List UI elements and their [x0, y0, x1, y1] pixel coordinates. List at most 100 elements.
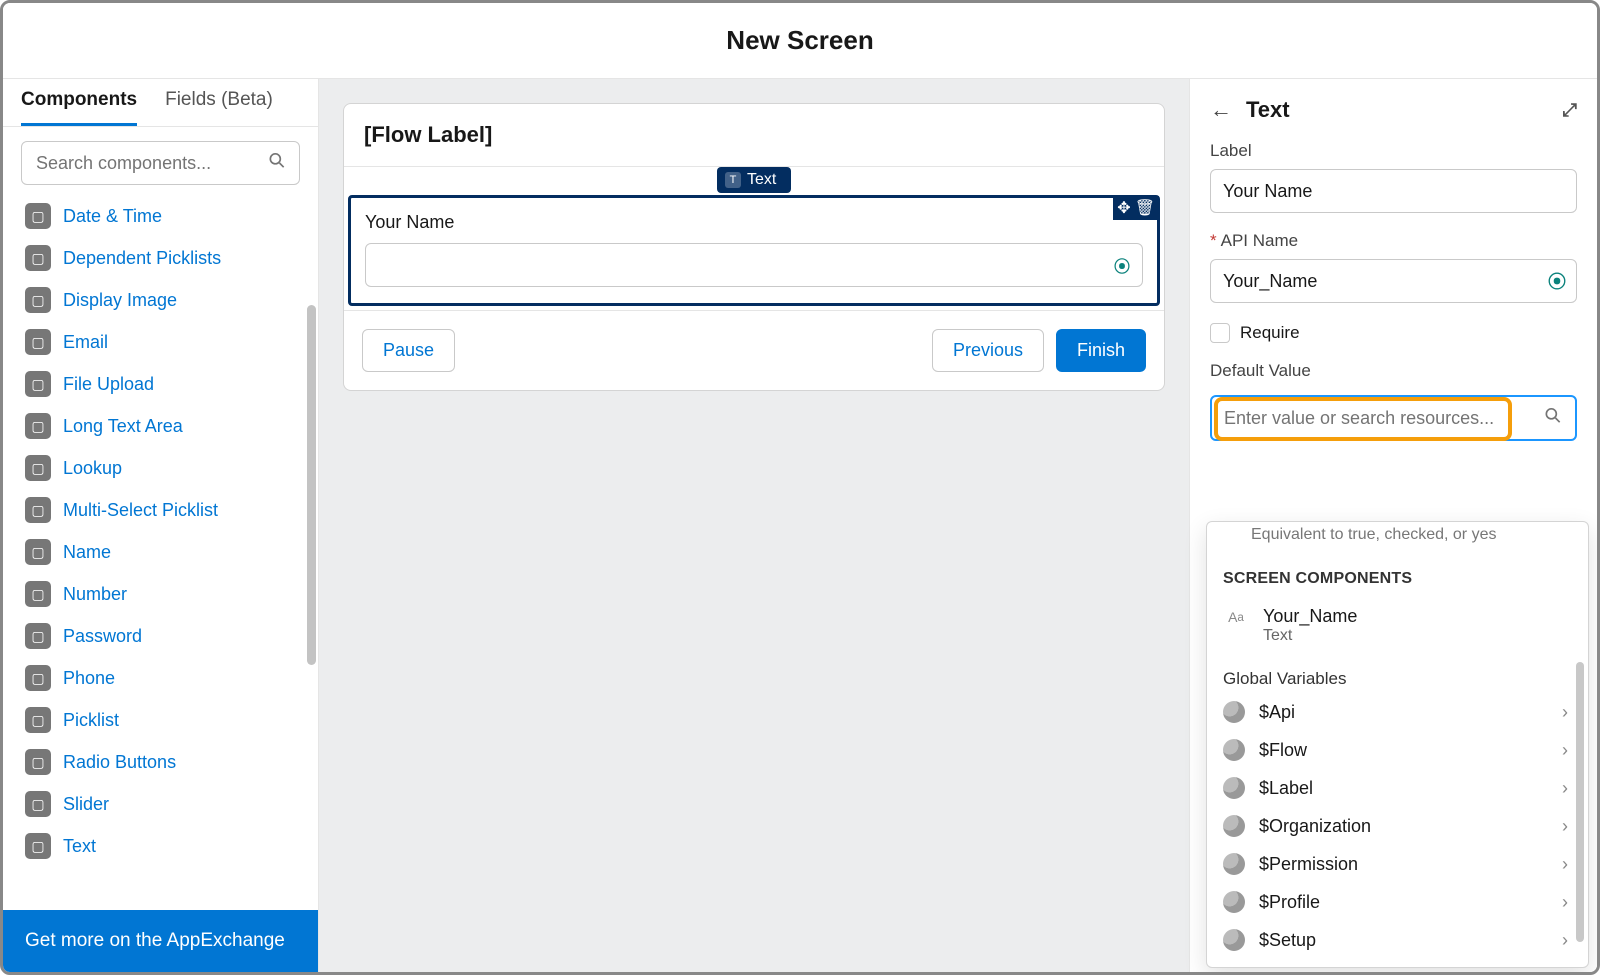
component-item-long-text-area[interactable]: ▢Long Text Area	[21, 405, 308, 447]
component-item-label: Lookup	[63, 458, 122, 479]
component-item-label: Email	[63, 332, 108, 353]
component-icon: ▢	[25, 245, 51, 271]
appexchange-link[interactable]: Get more on the AppExchange	[3, 910, 318, 972]
component-icon: ▢	[25, 203, 51, 229]
component-item-email[interactable]: ▢ Email	[21, 321, 308, 363]
globe-icon	[1223, 929, 1245, 951]
search-placeholder: Search components...	[36, 153, 211, 174]
component-icon: ▢	[25, 665, 51, 691]
selected-component[interactable]: ✥ 🗑 Your Name ⦿	[348, 195, 1160, 306]
component-icon: ▢	[25, 329, 51, 355]
dropdown-item-global[interactable]: $Permission›	[1207, 845, 1576, 883]
component-icon: ▢	[25, 749, 51, 775]
move-icon[interactable]: ✥	[1117, 198, 1130, 218]
chip-label: Text	[747, 171, 776, 189]
dropdown-item-label: $Organization	[1259, 816, 1371, 837]
component-item-label: Slider	[63, 794, 109, 815]
dropdown-item-label: $System	[1259, 968, 1329, 969]
component-item-multi-select-picklist[interactable]: ▢ Multi-Select Picklist	[21, 489, 308, 531]
globe-icon	[1223, 967, 1245, 968]
component-item-number[interactable]: ▢Number	[21, 573, 308, 615]
resource-picker-icon[interactable]: ⦿	[1548, 268, 1566, 294]
flow-label-header: [Flow Label]	[344, 104, 1164, 167]
dropdown-scrollbar[interactable]	[1576, 662, 1584, 942]
left-scrollbar[interactable]	[307, 305, 316, 665]
globe-icon	[1223, 739, 1245, 761]
component-item-label: Multi-Select Picklist	[63, 500, 218, 521]
default-value-label: Default Value	[1210, 361, 1577, 381]
dropdown-item-label: $Permission	[1259, 854, 1358, 875]
dropdown-item-global[interactable]: $System›	[1207, 959, 1576, 968]
dropdown-item-label: $Flow	[1259, 740, 1307, 761]
component-item-label: Password	[63, 626, 142, 647]
require-checkbox[interactable]	[1210, 323, 1230, 343]
dropdown-item-global[interactable]: $Flow ›	[1207, 731, 1576, 769]
label-input[interactable]: Your Name	[1210, 169, 1577, 213]
back-icon[interactable]: ←	[1210, 97, 1232, 123]
dropdown-section-screen-components: SCREEN COMPONENTS	[1207, 550, 1576, 598]
component-item-label: File Upload	[63, 374, 154, 395]
chevron-right-icon: ›	[1562, 740, 1568, 761]
finish-button[interactable]: Finish	[1056, 329, 1146, 372]
dropdown-item-label: $Profile	[1259, 892, 1320, 913]
resource-dropdown: Equivalent to true, checked, or yes SCRE…	[1206, 521, 1589, 968]
search-components-input[interactable]: Search components...	[21, 141, 300, 185]
component-item-phone[interactable]: ▢Phone	[21, 657, 308, 699]
component-item-dependent-picklists[interactable]: ▢ Dependent Picklists	[21, 237, 308, 279]
component-item-label: Picklist	[63, 710, 119, 731]
globe-icon	[1223, 853, 1245, 875]
component-item-label: Display Image	[63, 290, 177, 311]
screen-canvas: [Flow Label] T Text ✥ 🗑 Your Name ⦿	[319, 79, 1189, 972]
component-item-label: Number	[63, 584, 127, 605]
required-indicator: *	[1210, 231, 1217, 250]
tab-fields[interactable]: Fields (Beta)	[165, 89, 273, 126]
dropdown-item-global[interactable]: $Api›	[1207, 693, 1576, 731]
component-item-text[interactable]: ▢Text	[21, 825, 308, 867]
dropdown-item-global[interactable]: $Label ›	[1207, 769, 1576, 807]
api-name-value: Your_Name	[1223, 271, 1317, 292]
dropdown-item-label: $Label	[1259, 778, 1313, 799]
previous-button[interactable]: Previous	[932, 329, 1044, 372]
globe-icon	[1223, 777, 1245, 799]
component-item-radio-buttons[interactable]: ▢Radio Buttons	[21, 741, 308, 783]
component-item-label: Text	[63, 836, 96, 857]
component-icon: ▢	[25, 497, 51, 523]
chevron-right-icon: ›	[1562, 778, 1568, 799]
resource-picker-icon[interactable]: ⦿	[1114, 253, 1130, 277]
dropdown-item-global[interactable]: $Profile›	[1207, 883, 1576, 921]
tab-components[interactable]: Components	[21, 89, 137, 126]
component-text-input[interactable]: ⦿	[365, 243, 1143, 287]
component-icon: ▢	[25, 707, 51, 733]
component-type-chip: T Text	[717, 167, 791, 193]
dropdown-item-global[interactable]: $Organization ›	[1207, 807, 1576, 845]
chevron-right-icon: ›	[1562, 816, 1568, 837]
component-item-lookup[interactable]: ▢Lookup	[21, 447, 308, 489]
component-item-display-image[interactable]: ▢ Display Image	[21, 279, 308, 321]
pause-button[interactable]: Pause	[362, 329, 455, 372]
component-icon: ▢	[25, 623, 51, 649]
search-icon	[1543, 406, 1563, 431]
component-item-label: Dependent Picklists	[63, 248, 221, 269]
component-item-picklist[interactable]: ▢ Picklist	[21, 699, 308, 741]
component-item-name[interactable]: ▢Name	[21, 531, 308, 573]
expand-icon[interactable]: ⤢	[1563, 100, 1577, 121]
dropdown-item-screencomp[interactable]: AaYour_NameText	[1207, 598, 1576, 659]
component-item-label: Long Text Area	[63, 416, 183, 437]
api-name-input[interactable]: Your_Name ⦿	[1210, 259, 1577, 303]
component-icon: ▢	[25, 539, 51, 565]
api-name-label: *API Name	[1210, 231, 1577, 251]
component-item-slider[interactable]: ▢Slider	[21, 783, 308, 825]
default-value-placeholder: Enter value or search resources...	[1224, 408, 1494, 429]
component-item-file-upload[interactable]: ▢ File Upload	[21, 363, 308, 405]
window-title: New Screen	[3, 3, 1597, 79]
globe-icon	[1223, 701, 1245, 723]
dropdown-item-label: $Api	[1259, 702, 1295, 723]
default-value-combobox[interactable]: Enter value or search resources...	[1210, 395, 1577, 441]
label-field-label: Label	[1210, 141, 1577, 161]
delete-icon[interactable]: 🗑	[1135, 198, 1155, 218]
component-icon: ▢	[25, 287, 51, 313]
component-item-password[interactable]: ▢ Password	[21, 615, 308, 657]
dropdown-item-global[interactable]: $Setup›	[1207, 921, 1576, 959]
component-item-date-time[interactable]: ▢Date & Time	[21, 195, 308, 237]
component-icon: ▢	[25, 371, 51, 397]
